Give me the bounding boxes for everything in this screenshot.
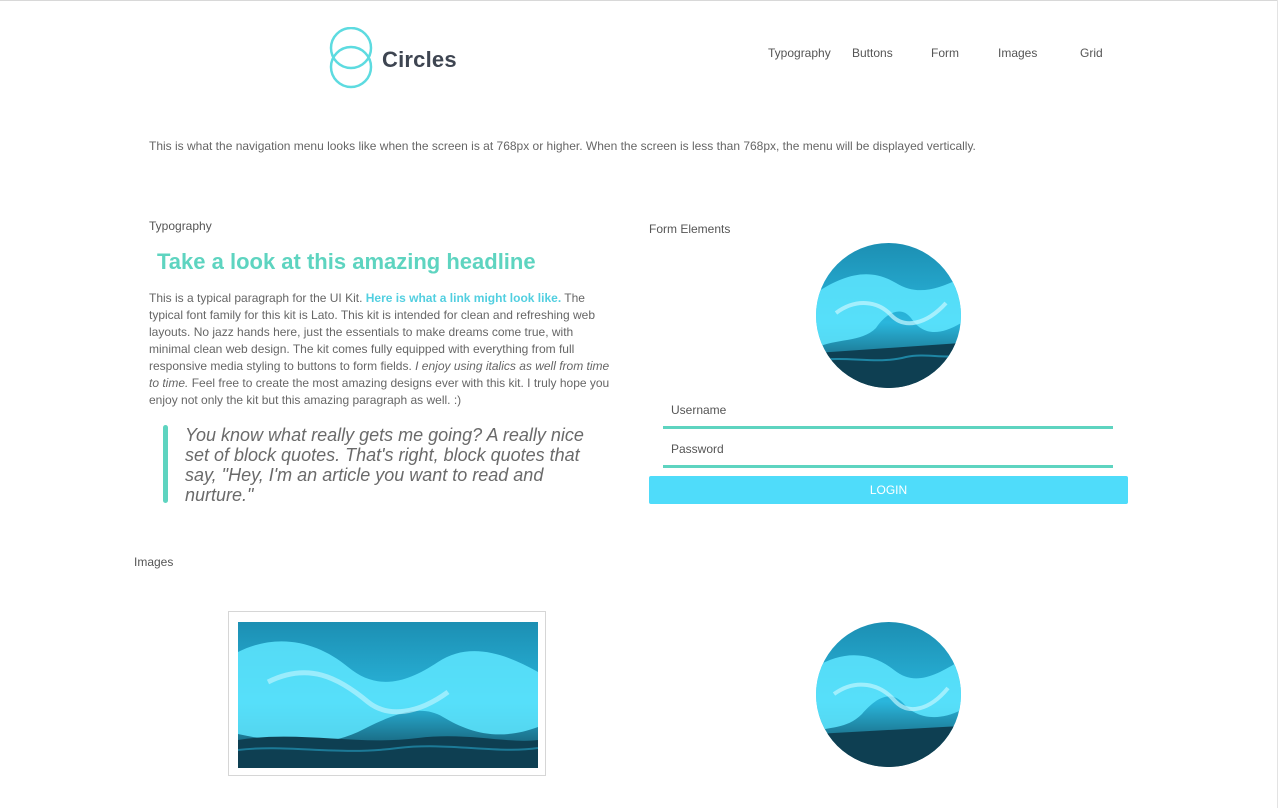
window-top-border bbox=[0, 0, 1278, 1]
password-input[interactable] bbox=[663, 435, 1101, 463]
nav-form[interactable]: Form bbox=[931, 46, 959, 60]
sample-paragraph: This is a typical paragraph for the UI K… bbox=[149, 290, 617, 409]
circles-logo-icon bbox=[329, 27, 373, 89]
paragraph-text-3: Feel free to create the most amazing des… bbox=[149, 376, 610, 407]
nav-buttons[interactable]: Buttons bbox=[852, 46, 893, 60]
nav-typography[interactable]: Typography bbox=[768, 46, 831, 60]
login-button[interactable]: LOGIN bbox=[649, 476, 1128, 504]
logo-wordmark: Circles bbox=[382, 47, 457, 72]
nav-images[interactable]: Images bbox=[998, 46, 1037, 60]
sample-headline: Take a look at this amazing headline bbox=[157, 249, 536, 274]
profile-avatar-image bbox=[816, 243, 961, 388]
wave-photo bbox=[238, 622, 538, 768]
circular-wave-image bbox=[816, 622, 961, 767]
images-section-label: Images bbox=[134, 555, 174, 569]
paragraph-text-1: This is a typical paragraph for the UI K… bbox=[149, 291, 366, 305]
sample-blockquote: You know what really gets me going? A re… bbox=[185, 425, 584, 505]
nav-grid[interactable]: Grid bbox=[1080, 46, 1103, 60]
navigation-note: This is what the navigation menu looks l… bbox=[149, 139, 976, 153]
framed-wave-image bbox=[228, 611, 546, 776]
password-field[interactable] bbox=[663, 435, 1113, 468]
sample-link[interactable]: Here is what a link might look like. bbox=[366, 291, 561, 305]
username-field[interactable] bbox=[663, 396, 1113, 429]
circles-logo[interactable]: Circles bbox=[328, 27, 458, 91]
username-input[interactable] bbox=[663, 396, 1101, 424]
typography-section-label: Typography bbox=[149, 219, 212, 233]
blockquote-accent-bar bbox=[163, 425, 168, 503]
form-section-label: Form Elements bbox=[649, 222, 731, 236]
